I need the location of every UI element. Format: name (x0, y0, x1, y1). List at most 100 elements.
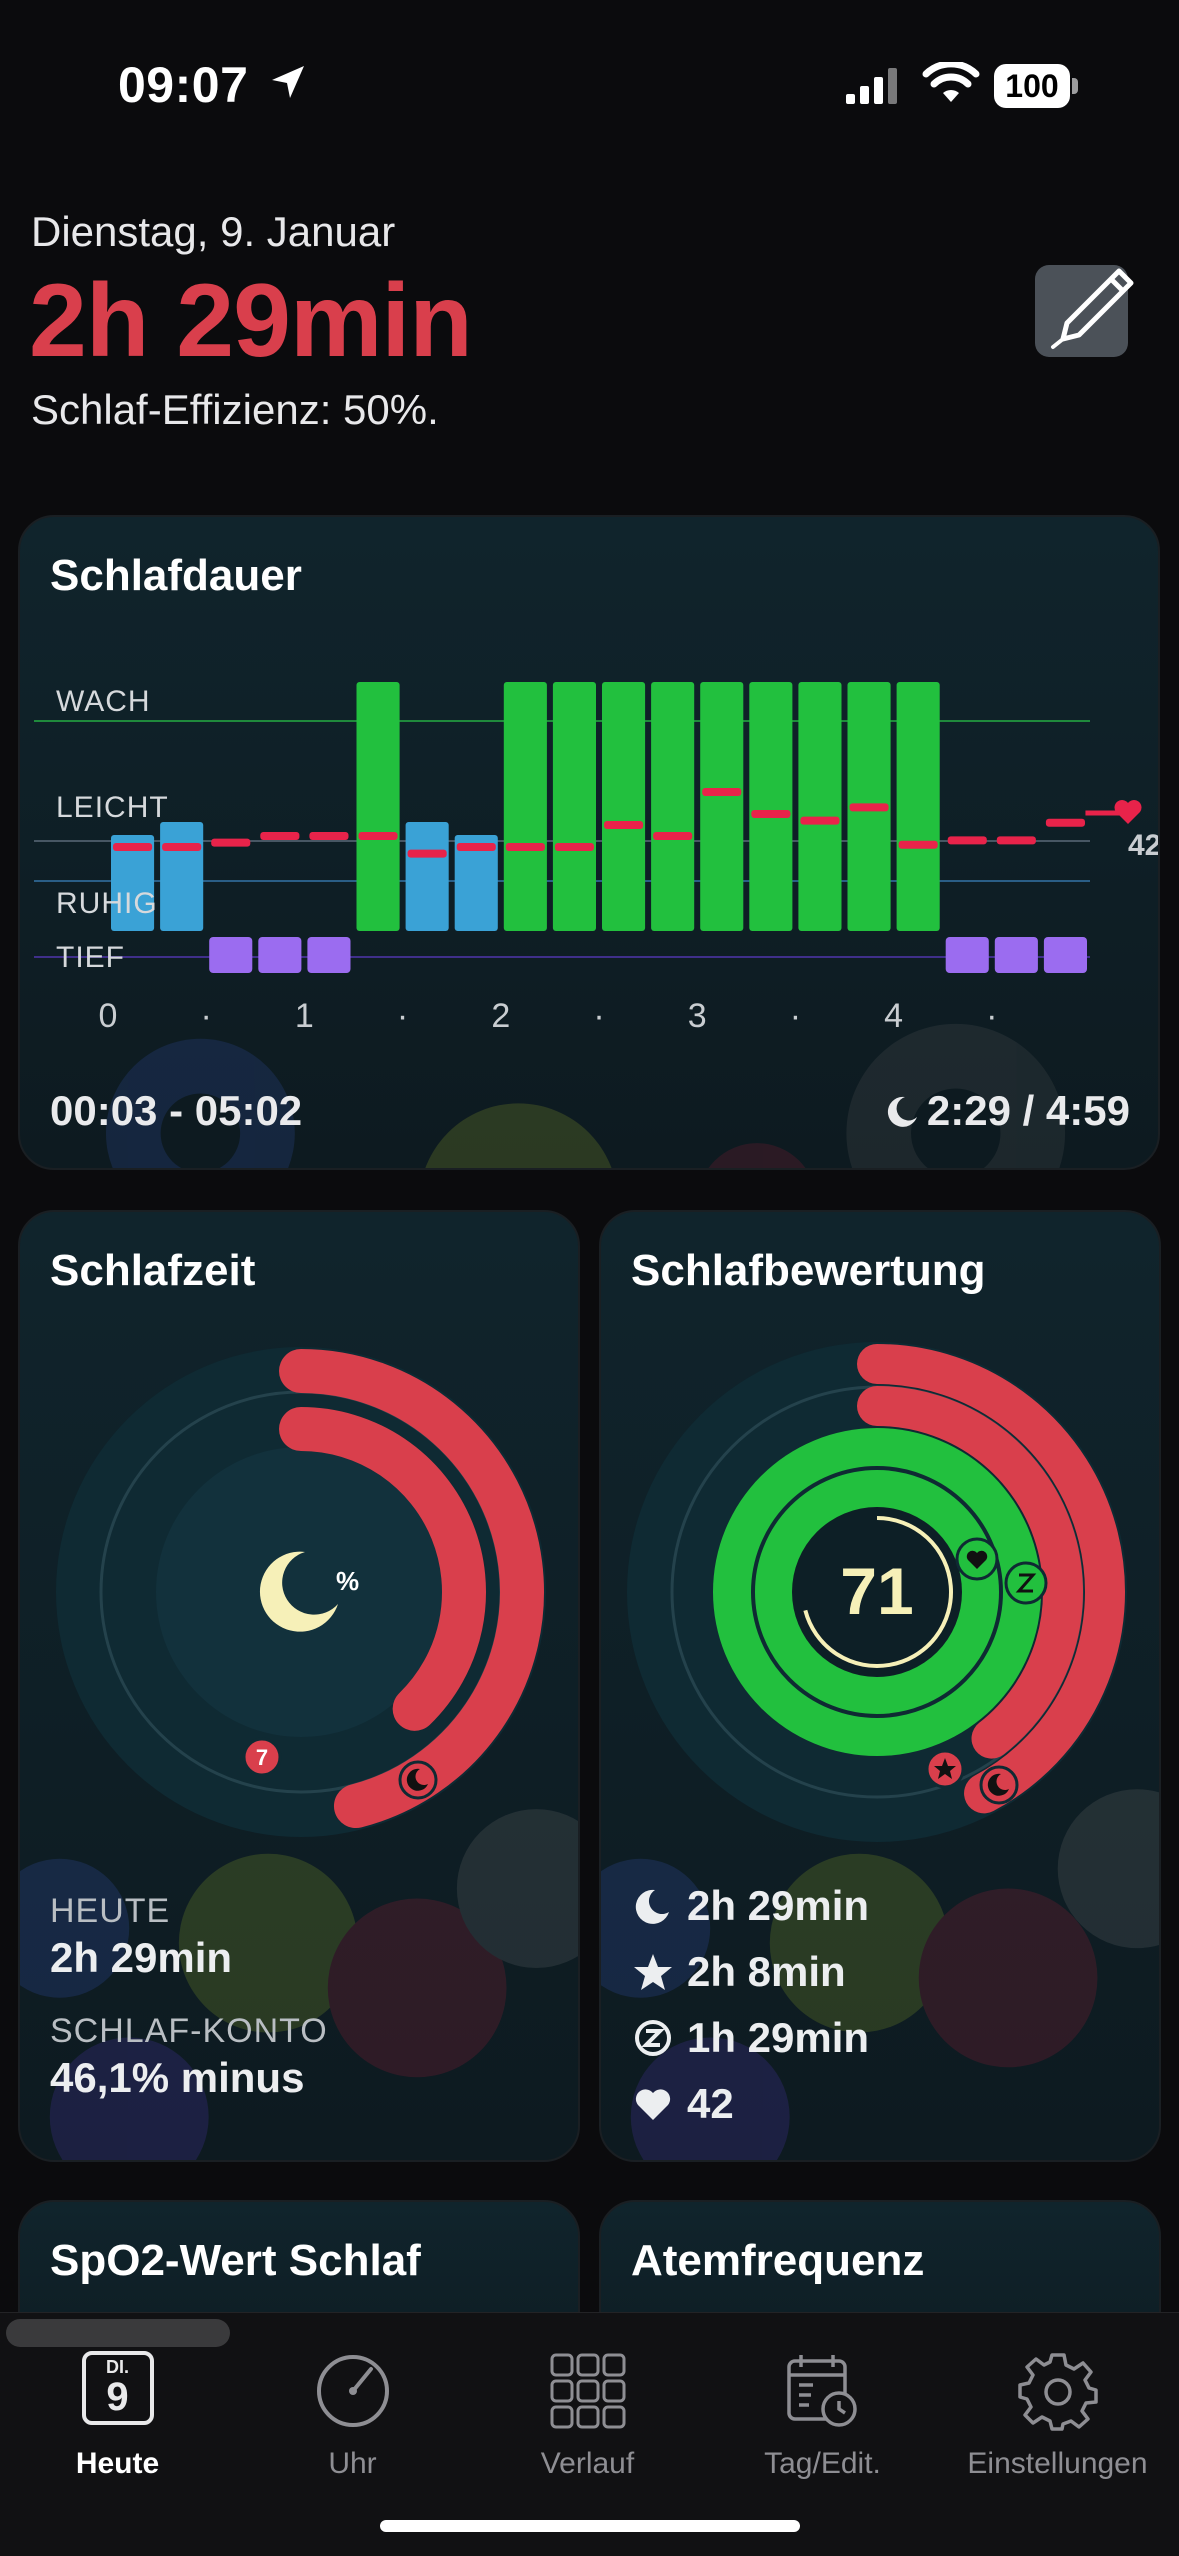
sleep-time-range: 00:03 - 05:02 (50, 1087, 303, 1134)
tab-settings-label: Einstellungen (967, 2447, 1148, 2480)
stage-bar-awake (651, 682, 695, 931)
heart-rate-mark (996, 836, 1036, 845)
stage-label-light: LEICHT (56, 791, 169, 824)
battery-icon: 100 (994, 64, 1078, 108)
moon-badge-circle (979, 1765, 1019, 1805)
tab-day-edit-label: Tag/Edit. (764, 2447, 881, 2480)
heart-rate-mark (898, 840, 938, 849)
edit-button[interactable] (1035, 265, 1134, 357)
score-row-heart: 42 (629, 2080, 734, 2128)
stage-label-awake: WACH (56, 685, 151, 718)
stage-bar-awake (552, 682, 596, 931)
x-tick-label: · (396, 997, 409, 1035)
heart-rate-mark (1045, 818, 1085, 827)
stage-bar-deep (945, 937, 989, 973)
sleep-ratio-value: 2:29 / 4:59 (926, 1087, 1130, 1134)
score-duration-value: 2h 29min (687, 1882, 870, 1929)
heart-rate-mark (751, 810, 791, 818)
tab-clock-label: Uhr (328, 2447, 377, 2480)
score-value: 71 (840, 1554, 913, 1628)
score-row-quality: 2h 8min (629, 1948, 846, 1996)
sleep-account-value: 46,1% minus (50, 2054, 305, 2101)
location-arrow-icon (272, 66, 304, 98)
x-tick-label: 0 (98, 997, 118, 1035)
x-tick-label: · (200, 997, 212, 1035)
stage-bar-awake (896, 682, 940, 931)
heart-rate-mark (407, 849, 447, 858)
x-tick-label: 4 (884, 997, 904, 1035)
stage-bar-deep (209, 937, 253, 973)
score-deep-value: 1h 29min (687, 2014, 870, 2061)
stage-bar-awake (700, 682, 744, 931)
percent-symbol: % (336, 1566, 359, 1596)
x-tick-label: 3 (687, 997, 707, 1035)
gear-icon (1017, 2353, 1098, 2431)
heart-rate-mark (505, 843, 545, 851)
battery-level: 100 (994, 64, 1070, 108)
tab-today-label: Heute (75, 2447, 160, 2480)
heart-rate-mark (358, 832, 398, 840)
stage-bar-awake (503, 682, 547, 931)
sleep-duration-card[interactable]: Schlafdauer WACH LEICHT RUHIG TIEF 0 · 1 · 2… (18, 515, 1160, 1170)
moon-badge-circle (398, 1760, 438, 1800)
tab-day-edit[interactable]: Tag/Edit. (705, 2331, 940, 2481)
x-tick-label: · (593, 997, 605, 1035)
heart-rate-value: 42 (1128, 829, 1160, 862)
sleep-account-label: SCHLAF-KONTO (50, 2012, 328, 2050)
stage-label-quiet: RUHIG (56, 887, 158, 920)
hypnogram-chart (34, 682, 1142, 973)
score-heart-value: 42 (687, 2080, 734, 2127)
heart-rate-mark (113, 843, 153, 851)
tab-history-label: Verlauf (540, 2447, 635, 2480)
heart-rate-mark (604, 821, 644, 829)
tab-today-day: 9 (106, 2375, 129, 2419)
today-value: 2h 29min (50, 1934, 233, 1981)
home-indicator (380, 2520, 800, 2532)
stage-bar-awake (798, 682, 842, 931)
header-sleep-duration: 2h 29min (29, 263, 473, 379)
stage-bar-quiet (405, 822, 449, 931)
tab-settings[interactable]: Einstellungen (940, 2331, 1175, 2481)
header-date: Dienstag, 9. Januar (31, 208, 396, 255)
sleep-score-card[interactable]: Schlafbewertung 71 2h 29min 2h 8min 1h 2… (599, 1210, 1161, 2162)
stage-bar-deep (994, 937, 1038, 973)
header-efficiency: Schlaf-Effizienz: 50%. (31, 386, 439, 433)
x-tick-label: 2 (491, 997, 511, 1035)
sleep-time-card[interactable]: Schlafzeit % 7 HEUTE 2h 29min SCHLAF-KONT… (18, 1210, 580, 2162)
stage-bar-quiet (160, 822, 204, 931)
status-bar: 09:07 100 (0, 0, 1179, 170)
stage-bar-deep (1043, 937, 1087, 973)
spo2-title: SpO2-Wert Schlaf (50, 2236, 421, 2285)
heart-rate-mark (800, 816, 840, 825)
moon-icon (887, 1096, 917, 1127)
stage-bar-awake (749, 682, 793, 931)
x-tick-label: · (986, 997, 998, 1035)
sleep-ratio: 2:29 / 4:59 (885, 1087, 1130, 1135)
heart-rate-mark (947, 836, 987, 845)
tab-today[interactable]: DI. 9 Heute (0, 2331, 235, 2481)
heart-rate-mark (162, 843, 202, 851)
pencil-icon (1051, 268, 1134, 349)
heart-rate-mark (211, 838, 251, 847)
tab-history[interactable]: Verlauf (470, 2331, 705, 2481)
respiration-title: Atemfrequenz (631, 2236, 925, 2285)
score-row-deep: 1h 29min (629, 2014, 869, 2062)
grid-icon (550, 2353, 625, 2429)
score-row-duration: 2h 29min (629, 1882, 869, 1930)
heart-icon (635, 2089, 671, 2120)
tab-clock[interactable]: Uhr (235, 2331, 470, 2481)
stage-bar-deep (258, 937, 302, 973)
heart-rate-mark (260, 832, 300, 840)
stage-bar-deep (307, 937, 351, 973)
heart-rate-mark (702, 788, 742, 796)
x-tick-label: 1 (294, 997, 314, 1035)
calendar-clock-icon (786, 2355, 857, 2427)
cellular-signal-icon (846, 68, 897, 104)
star-icon (634, 1954, 672, 1990)
status-time: 09:07 (118, 57, 249, 113)
moon-icon (635, 1889, 669, 1924)
z-icon (635, 2020, 671, 2056)
gauge-icon (316, 2355, 389, 2427)
heart-rate-mark (309, 832, 349, 840)
stage-bar-awake (602, 682, 646, 931)
